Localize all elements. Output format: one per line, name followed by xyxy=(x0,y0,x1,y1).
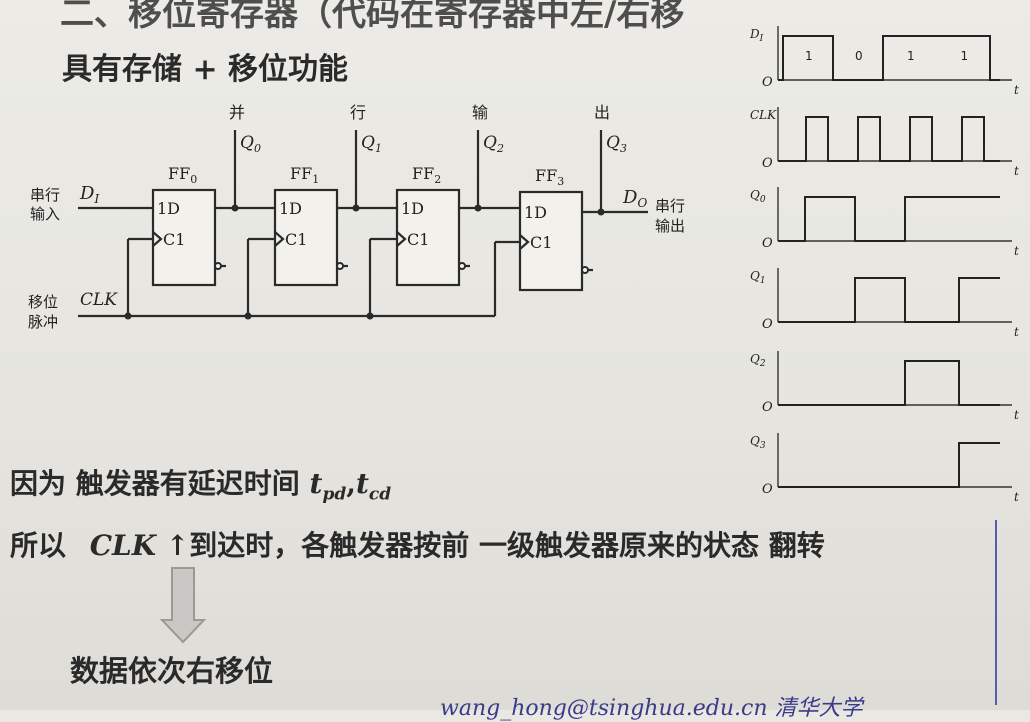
conclusion-text: 数据依次右移位 xyxy=(70,654,274,688)
down-arrow-icon xyxy=(159,520,997,705)
footer-text: wang_hong@tsinghua.edu.cn 清华大学 xyxy=(440,696,863,721)
